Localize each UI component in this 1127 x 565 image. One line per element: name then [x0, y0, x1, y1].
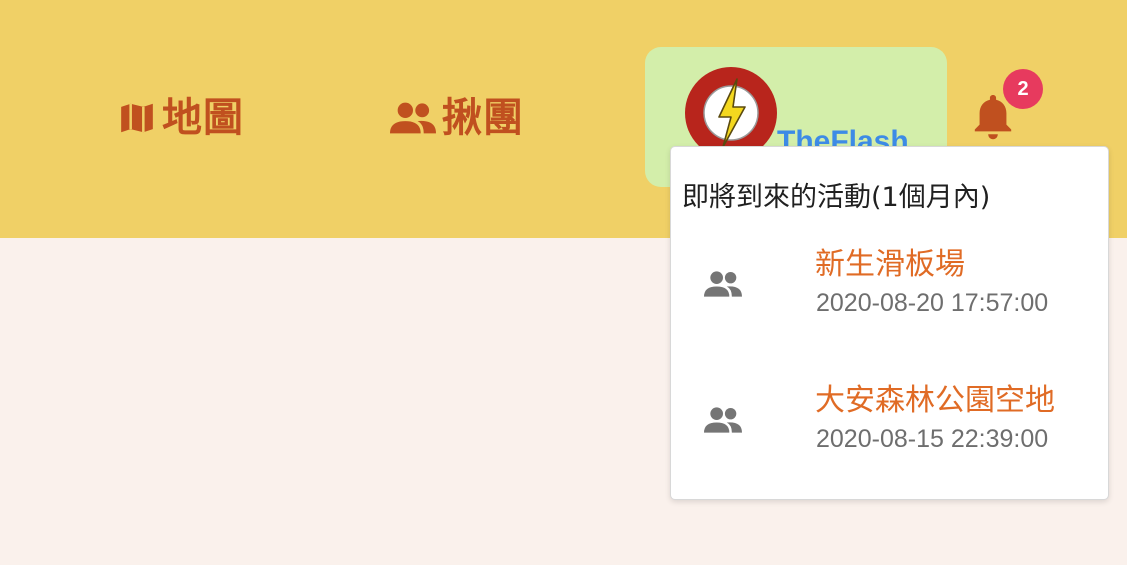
app-root: 地圖 揪團 TheFlash 2 即將到來的活動(1個月內) 新生滑板場 202…	[0, 0, 1127, 565]
event-list-item[interactable]: 大安森林公園空地 2020-08-15 22:39:00	[671, 375, 1108, 485]
nav-map-label: 地圖	[162, 95, 244, 141]
people-icon	[390, 100, 436, 136]
nav-groups-link[interactable]: 揪團	[390, 92, 524, 144]
notifications-dropdown: 即將到來的活動(1個月內) 新生滑板場 2020-08-20 17:57:00	[670, 146, 1109, 500]
nav-map-link[interactable]: 地圖	[118, 92, 244, 144]
map-icon	[118, 99, 156, 137]
event-name: 大安森林公園空地	[815, 383, 1055, 418]
event-time: 2020-08-15 22:39:00	[816, 425, 1049, 453]
nav-groups-label: 揪團	[442, 95, 524, 141]
people-icon	[704, 269, 742, 303]
dropdown-title: 即將到來的活動(1個月內)	[682, 182, 991, 213]
event-name: 新生滑板場	[815, 247, 965, 282]
event-time: 2020-08-20 17:57:00	[816, 289, 1049, 317]
notification-count-badge: 2	[1003, 69, 1043, 109]
event-list-item[interactable]: 新生滑板場 2020-08-20 17:57:00	[671, 239, 1108, 349]
people-icon	[704, 405, 742, 439]
